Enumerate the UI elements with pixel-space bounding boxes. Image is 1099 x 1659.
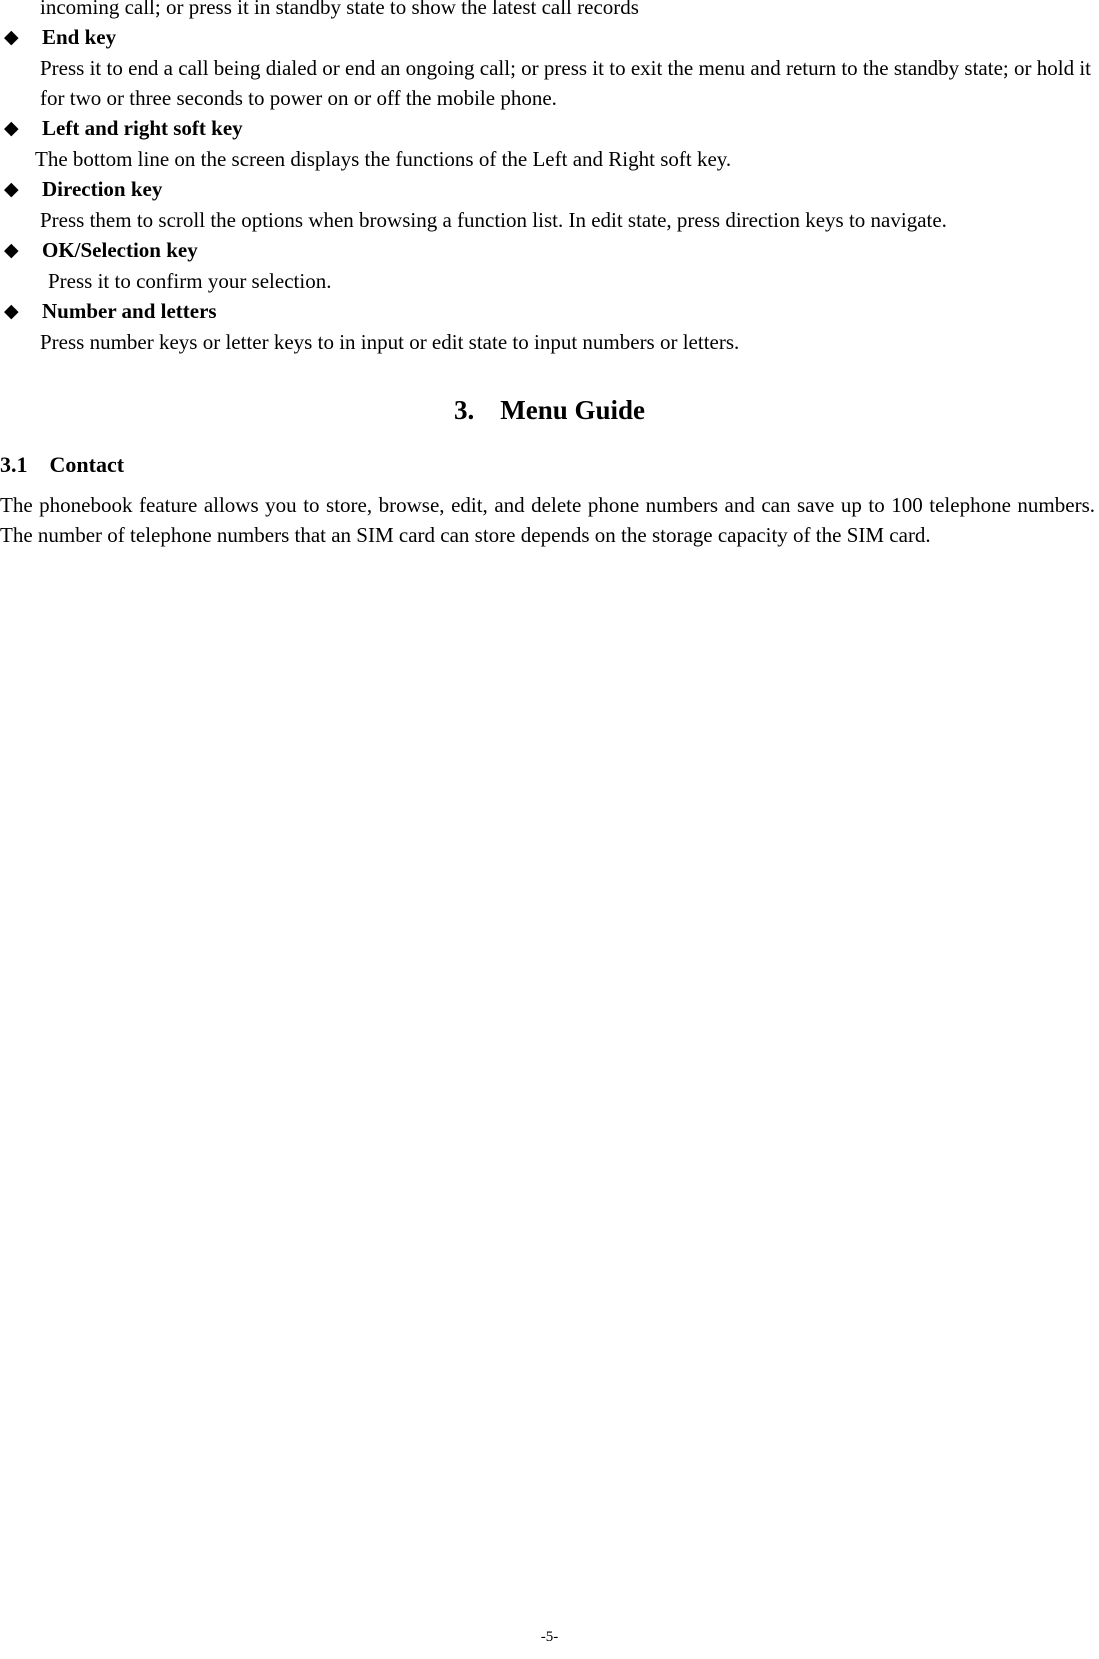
key-body-ok-selection-key: Press it to confirm your selection. [48,269,332,293]
diamond-bullet-icon: ◆ [4,239,19,261]
subsection-body-contact: The phonebook feature allows you to stor… [0,493,1095,547]
key-title-label: Left and right soft key [42,116,243,140]
list-item: ◆ Direction key Press them to scroll the… [0,174,1099,235]
diamond-bullet-icon: ◆ [4,26,19,48]
key-title-label: Direction key [42,177,163,201]
page-footer: -5- [0,1627,1099,1647]
key-title-number-and-letters: ◆ Number and letters [0,296,1099,327]
manual-page: incoming call; or press it in standby st… [0,0,1099,1659]
section-heading: 3. Menu Guide [0,393,1099,427]
top-continuation-line: incoming call; or press it in standby st… [0,0,1099,20]
diamond-bullet-icon: ◆ [4,117,19,139]
diamond-bullet-icon: ◆ [4,178,19,200]
page-number: -5- [540,1629,559,1645]
section-title: Menu Guide [500,395,646,425]
list-item: ◆ End key Press it to end a call being d… [0,22,1099,113]
key-title-direction-key: ◆ Direction key [0,174,1099,205]
list-item: ◆ Left and right soft key The bottom lin… [0,113,1099,174]
key-title-soft-key: ◆ Left and right soft key [0,113,1099,144]
subsection-heading-contact: 3.1 Contact [0,450,1099,480]
continuation-text: incoming call; or press it in standby st… [40,0,639,19]
key-body-number-and-letters: Press number keys or letter keys to in i… [40,330,740,354]
diamond-bullet-icon: ◆ [4,300,19,322]
list-item: ◆ OK/Selection key Press it to confirm y… [0,235,1099,296]
key-body-direction-key: Press them to scroll the options when br… [40,208,947,232]
list-item: ◆ Number and letters Press number keys o… [0,296,1099,357]
key-body-end-key: Press it to end a call being dialed or e… [40,56,1091,110]
key-title-end-key: ◆ End key [0,22,1099,53]
key-title-label: OK/Selection key [42,238,198,262]
key-title-label: End key [42,25,117,49]
section-number: 3. [453,395,475,425]
key-guide-list: ◆ End key Press it to end a call being d… [0,22,1099,357]
key-title-label: Number and letters [42,299,217,323]
key-body-soft-key: The bottom line on the screen displays t… [35,147,732,171]
subsection-title: Contact [49,452,125,477]
subsection-number: 3.1 [0,452,28,477]
key-title-ok-selection-key: ◆ OK/Selection key [0,235,1099,266]
